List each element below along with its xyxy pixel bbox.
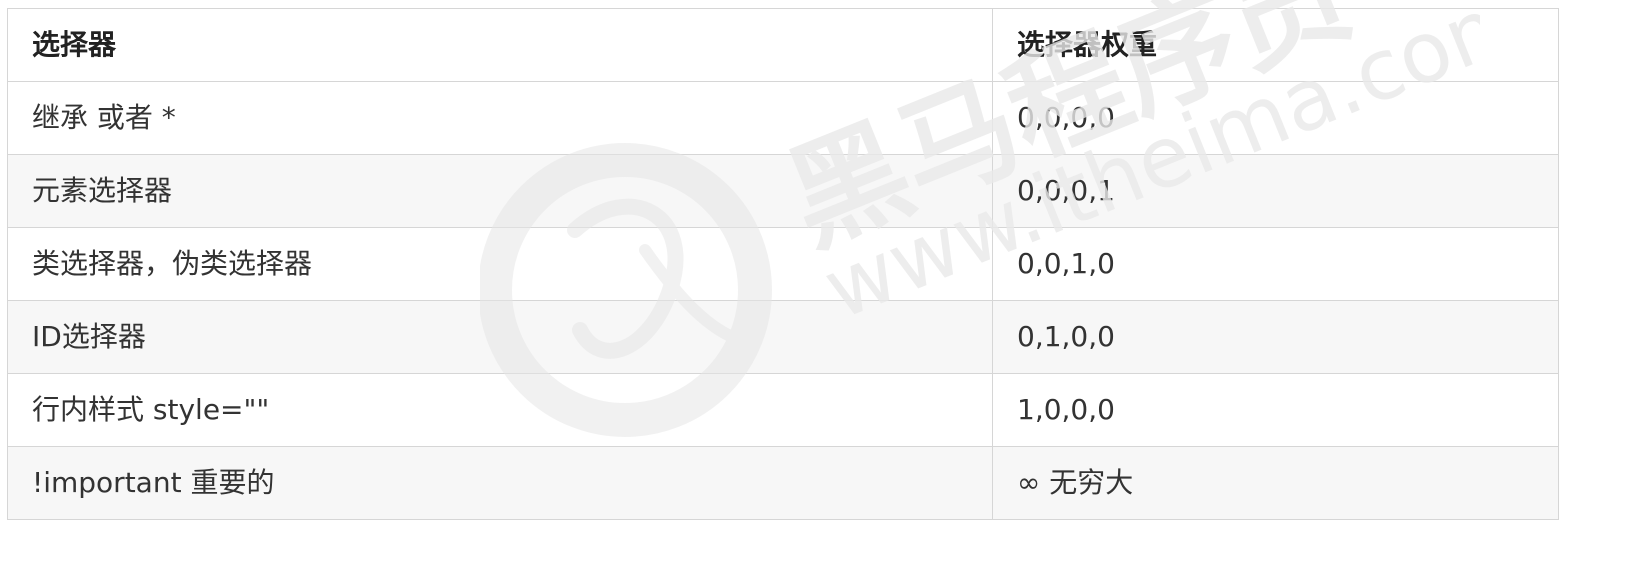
cell-weight: 0,0,0,0 xyxy=(992,81,1559,155)
cell-weight: 0,0,0,1 xyxy=(992,154,1559,228)
cell-weight: 1,0,0,0 xyxy=(992,373,1559,447)
table-header-row: 选择器 选择器权重 xyxy=(7,8,1559,82)
header-selector-weight: 选择器权重 xyxy=(992,8,1559,82)
cell-weight: ∞ 无穷大 xyxy=(992,446,1559,520)
table-row: 行内样式 style="" 1,0,0,0 xyxy=(7,373,1559,447)
cell-selector: 元素选择器 xyxy=(7,154,993,228)
cell-weight: 0,1,0,0 xyxy=(992,300,1559,374)
table-row: ID选择器 0,1,0,0 xyxy=(7,300,1559,374)
cell-selector: ID选择器 xyxy=(7,300,993,374)
cell-selector: 类选择器，伪类选择器 xyxy=(7,227,993,301)
selector-weight-table: 选择器 选择器权重 继承 或者 * 0,0,0,0 元素选择器 0,0,0,1 … xyxy=(7,8,1559,520)
page: 选择器 选择器权重 继承 或者 * 0,0,0,0 元素选择器 0,0,0,1 … xyxy=(0,0,1633,563)
header-selector: 选择器 xyxy=(7,8,993,82)
table-row: !important 重要的 ∞ 无穷大 xyxy=(7,446,1559,520)
table-row: 继承 或者 * 0,0,0,0 xyxy=(7,81,1559,155)
cell-selector: 行内样式 style="" xyxy=(7,373,993,447)
cell-weight: 0,0,1,0 xyxy=(992,227,1559,301)
table-row: 元素选择器 0,0,0,1 xyxy=(7,154,1559,228)
cell-selector: !important 重要的 xyxy=(7,446,993,520)
table-row: 类选择器，伪类选择器 0,0,1,0 xyxy=(7,227,1559,301)
cell-selector: 继承 或者 * xyxy=(7,81,993,155)
